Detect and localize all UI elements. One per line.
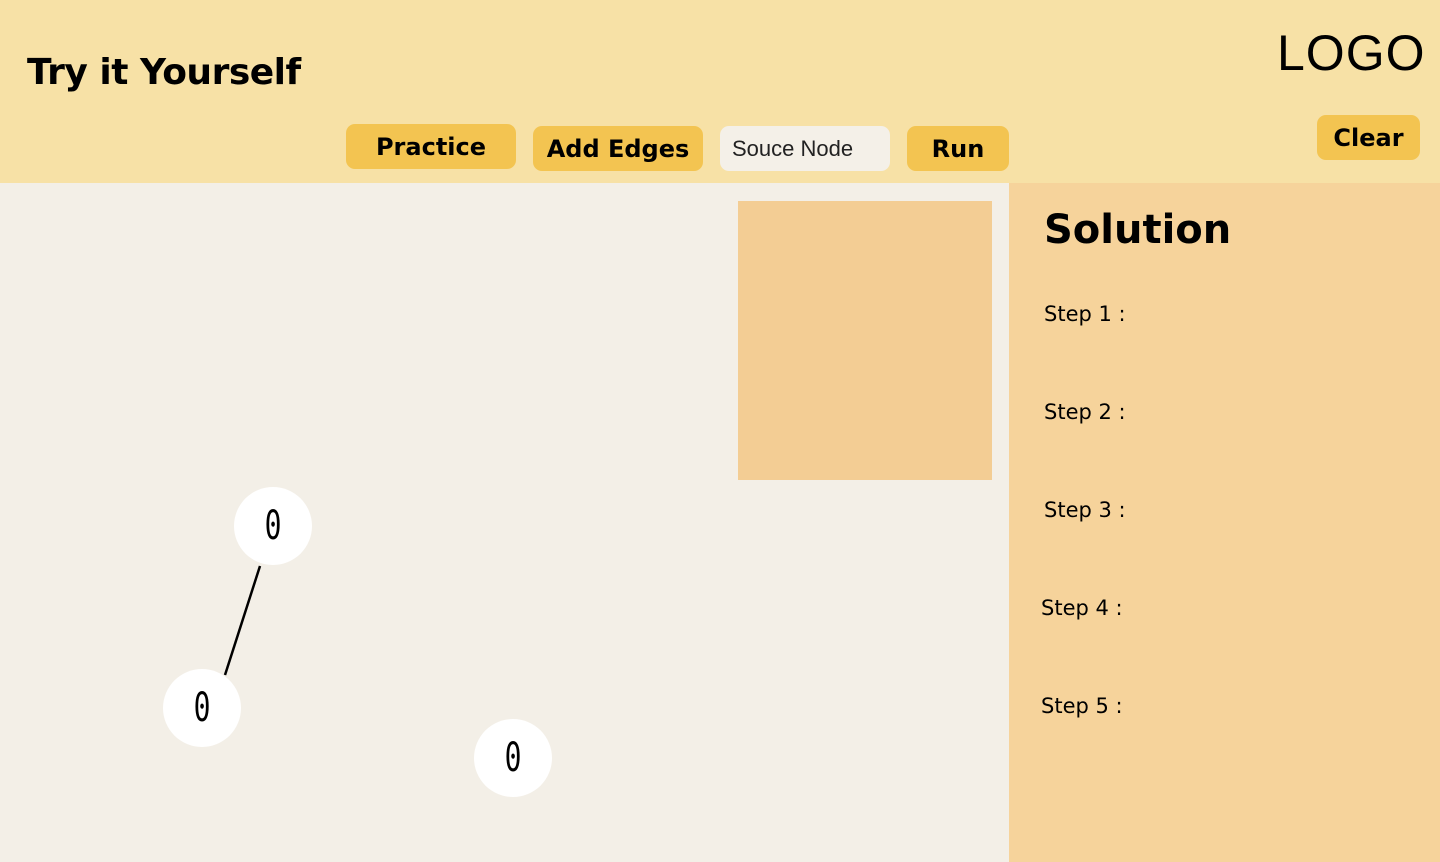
solution-panel: Solution Step 1 : Step 2 : Step 3 : Step… — [1009, 183, 1440, 862]
node-value: 0 — [264, 503, 282, 549]
run-button[interactable]: Run — [907, 126, 1009, 171]
solution-step-2: Step 2 : — [1044, 400, 1126, 424]
solution-step-5: Step 5 : — [1041, 694, 1123, 718]
node-value: 0 — [504, 735, 522, 781]
header-bar: Try it Yourself LOGO Practice Add Edges … — [0, 0, 1440, 183]
source-node-input[interactable] — [720, 126, 890, 171]
node-value: 0 — [193, 685, 211, 731]
solution-step-4: Step 4 : — [1041, 596, 1123, 620]
page-title: Try it Yourself — [27, 52, 301, 93]
solution-step-3: Step 3 : — [1044, 498, 1126, 522]
logo: LOGO — [1277, 25, 1426, 81]
info-box — [738, 201, 992, 480]
clear-button[interactable]: Clear — [1317, 115, 1420, 160]
graph-node[interactable]: 0 — [163, 669, 241, 747]
graph-node[interactable]: 0 — [474, 719, 552, 797]
practice-button[interactable]: Practice — [346, 124, 516, 169]
graph-node[interactable]: 0 — [234, 487, 312, 565]
add-edges-button[interactable]: Add Edges — [533, 126, 703, 171]
solution-title: Solution — [1044, 207, 1232, 253]
solution-step-1: Step 1 : — [1044, 302, 1126, 326]
